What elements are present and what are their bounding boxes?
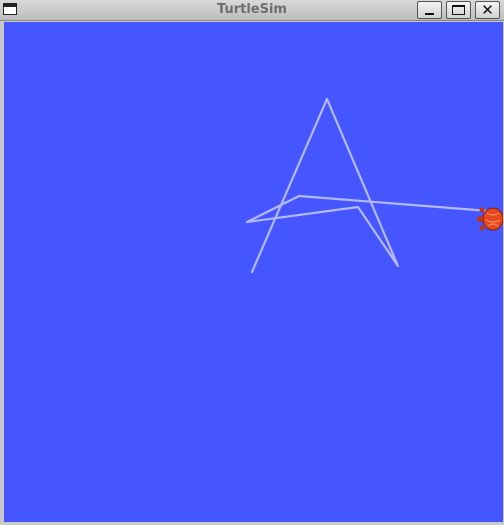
maximize-button[interactable] (446, 1, 471, 19)
turtlesim-window: TurtleSim ✕ (0, 0, 504, 525)
minimize-button[interactable] (417, 1, 442, 19)
drawing-surface (245, 97, 503, 274)
maximize-icon (452, 5, 465, 15)
turtle-trail (245, 97, 491, 274)
turtle-icon (477, 207, 503, 231)
close-button[interactable]: ✕ (475, 1, 500, 19)
close-icon: ✕ (481, 1, 494, 19)
title-bar[interactable]: TurtleSim ✕ (0, 0, 504, 21)
turtle-canvas (4, 22, 503, 522)
minimize-icon (425, 13, 434, 15)
